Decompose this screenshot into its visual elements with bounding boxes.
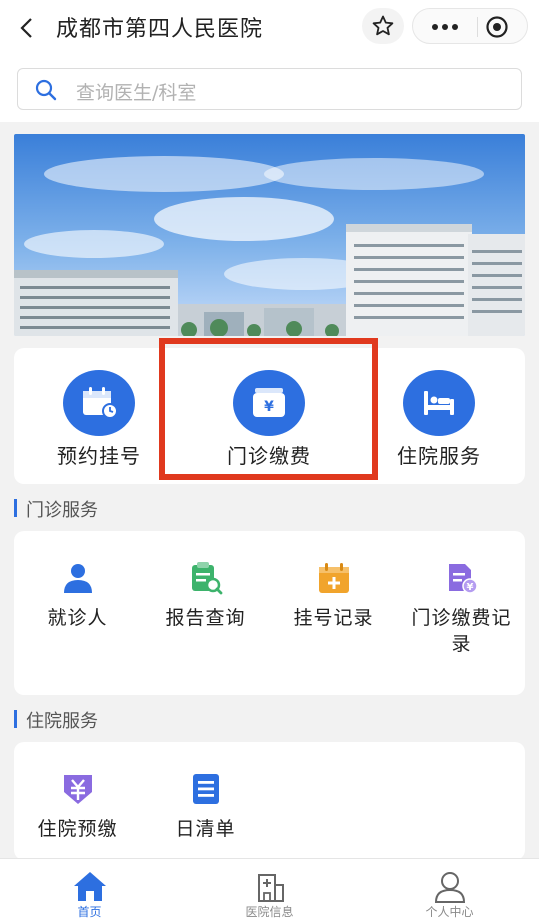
tab-hospital-info[interactable]: 医院信息 [180,859,359,924]
close-target-icon[interactable] [485,15,509,39]
user-center-icon [434,872,465,903]
service-label-line2: 录 [451,633,472,655]
favorite-button[interactable] [362,8,404,44]
more-icon[interactable] [427,17,463,37]
service-label: 日清单 [175,818,236,840]
section-title-inpatient: 住院服务 [14,707,98,733]
search-area: 查询医生/科室 [0,56,539,122]
inpatient-services-card: 住院预缴 日清单 [14,742,525,860]
service-label: 报告查询 [165,607,246,629]
tab-user-center[interactable]: 个人中心 [360,859,539,924]
person-icon [63,564,92,593]
banner-image [14,134,525,336]
calendar-add-icon [318,563,349,593]
outpatient-services-card: 就诊人 报告查询 挂号记录 ¥ 门诊缴费记 录 [14,531,525,695]
svg-text:¥: ¥ [466,582,473,593]
capsule-divider [477,17,478,37]
page-title: 成都市第四人民医院 [56,17,264,42]
mini-program-capsule [412,8,528,44]
top-nav-bar: 成都市第四人民医院 [0,0,539,56]
search-icon [35,79,57,101]
service-label: 住院预缴 [37,818,118,840]
tab-label: 医院信息 [245,905,294,919]
hospital-building-icon [257,874,284,902]
tab-home[interactable]: 首页 [0,859,179,924]
tab-label: 首页 [77,905,102,919]
service-label: 挂号记录 [293,607,374,629]
tab-label: 个人中心 [425,905,474,919]
list-doc-icon [192,774,219,804]
report-search-icon [191,562,222,595]
service-registration-record[interactable]: 挂号记录 [270,531,397,695]
back-arrow-icon[interactable] [14,14,42,42]
service-label-line1: 门诊缴费记 [411,607,512,629]
service-label: 就诊人 [47,607,108,629]
bed-icon [403,370,475,436]
service-report-query[interactable]: 报告查询 [142,531,269,695]
section-title-outpatient: 门诊服务 [14,496,98,522]
bottom-tab-bar: 首页 医院信息 个人中心 [0,858,539,924]
quick-item-label: 住院服务 [397,444,481,468]
service-label: 门诊缴费记 录 [398,605,525,657]
star-icon [372,15,394,36]
yuan-badge-icon [63,775,92,804]
service-patient[interactable]: 就诊人 [14,531,141,695]
service-daily-list[interactable]: 日清单 [142,742,269,860]
home-icon [73,872,106,901]
highlight-annotation-box [159,338,378,480]
quick-item-inpatient[interactable]: 住院服务 [354,348,524,484]
payment-record-icon: ¥ [448,564,478,594]
service-payment-record[interactable]: ¥ 门诊缴费记 录 [398,531,525,695]
service-inpatient-prepay[interactable]: 住院预缴 [14,742,141,860]
search-input[interactable]: 查询医生/科室 [17,68,522,110]
hospital-banner[interactable] [14,134,525,336]
search-placeholder: 查询医生/科室 [76,82,197,104]
calendar-clock-icon [63,370,135,436]
